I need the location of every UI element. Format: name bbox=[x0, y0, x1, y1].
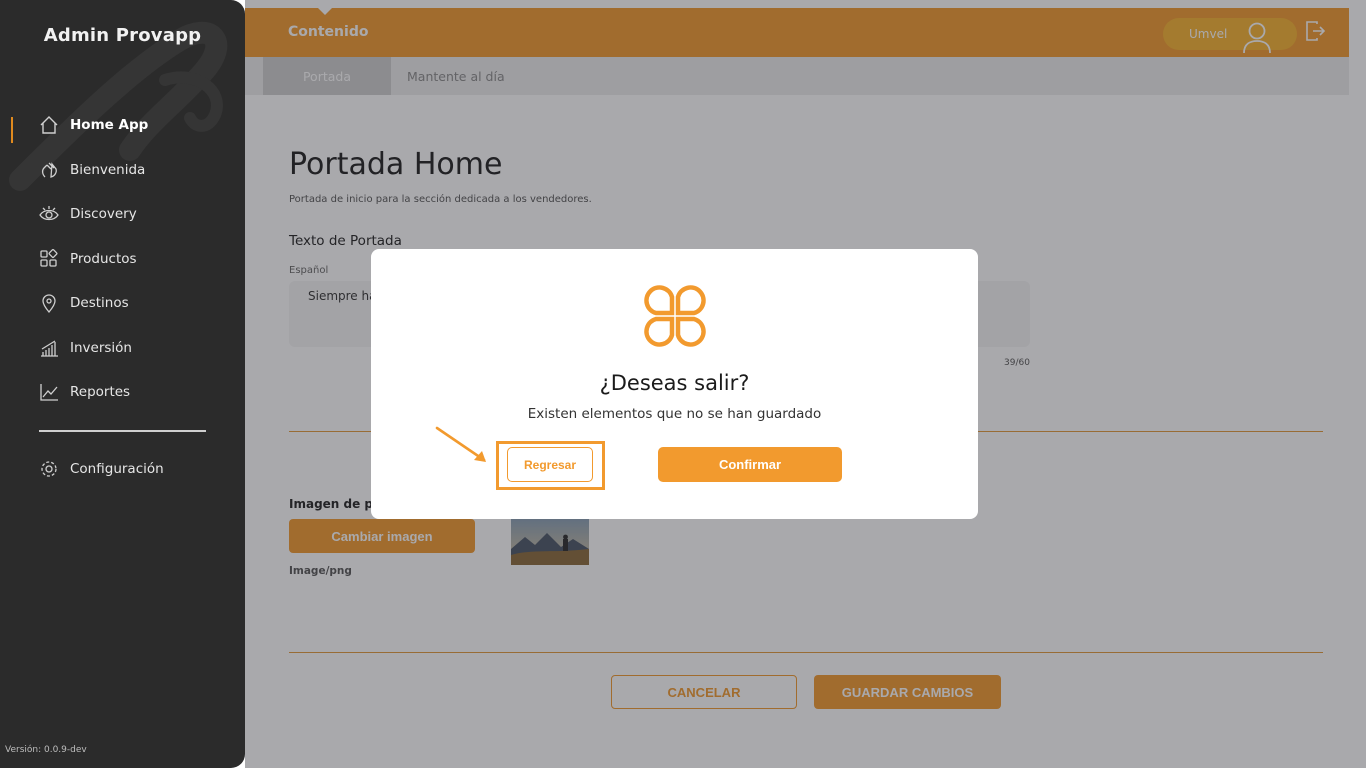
grid-icon bbox=[38, 248, 60, 270]
clover-logo-icon bbox=[644, 285, 706, 347]
bar-chart-icon bbox=[38, 337, 60, 359]
sidebar-item-destinos[interactable]: Destinos bbox=[38, 290, 129, 316]
sidebar-item-label: Bienvenida bbox=[70, 162, 146, 178]
pointer-arrow-icon bbox=[435, 426, 486, 462]
sidebar-item-discovery[interactable]: Discovery bbox=[38, 201, 137, 227]
sidebar: Admin Provapp Home App Bienvenida Discov… bbox=[0, 0, 245, 768]
version-label: Versión: 0.0.9-dev bbox=[5, 745, 87, 755]
sidebar-item-inversion[interactable]: Inversión bbox=[38, 335, 132, 361]
exit-confirm-dialog: ¿Deseas salir? Existen elementos que no … bbox=[371, 249, 978, 519]
sidebar-item-label: Home App bbox=[70, 117, 149, 133]
wave-hand-icon bbox=[38, 159, 60, 181]
eye-icon bbox=[38, 203, 60, 225]
sidebar-item-label: Reportes bbox=[70, 384, 131, 400]
dialog-title: ¿Deseas salir? bbox=[599, 371, 750, 395]
sidebar-item-label: Discovery bbox=[70, 206, 137, 222]
back-button[interactable]: Regresar bbox=[507, 447, 593, 482]
home-icon bbox=[38, 114, 60, 136]
brand-title: Admin Provapp bbox=[43, 25, 202, 46]
sidebar-item-label: Destinos bbox=[70, 295, 129, 311]
dialog-message: Existen elementos que no se han guardado bbox=[527, 406, 822, 422]
gear-icon bbox=[38, 458, 60, 480]
sidebar-item-home-app[interactable]: Home App bbox=[38, 112, 148, 138]
sidebar-item-configuracion[interactable]: Configuración bbox=[38, 456, 164, 482]
line-chart-icon bbox=[38, 381, 60, 403]
sidebar-divider bbox=[39, 430, 206, 432]
active-indicator bbox=[11, 117, 13, 143]
sidebar-item-label: Productos bbox=[70, 251, 137, 267]
sidebar-item-label: Configuración bbox=[70, 461, 164, 477]
sidebar-item-label: Inversión bbox=[70, 340, 132, 356]
location-pin-icon bbox=[38, 292, 60, 314]
sidebar-item-reportes[interactable]: Reportes bbox=[38, 379, 130, 405]
sidebar-item-productos[interactable]: Productos bbox=[38, 246, 137, 272]
confirm-button[interactable]: Confirmar bbox=[658, 447, 842, 482]
sidebar-item-bienvenida[interactable]: Bienvenida bbox=[38, 157, 145, 183]
